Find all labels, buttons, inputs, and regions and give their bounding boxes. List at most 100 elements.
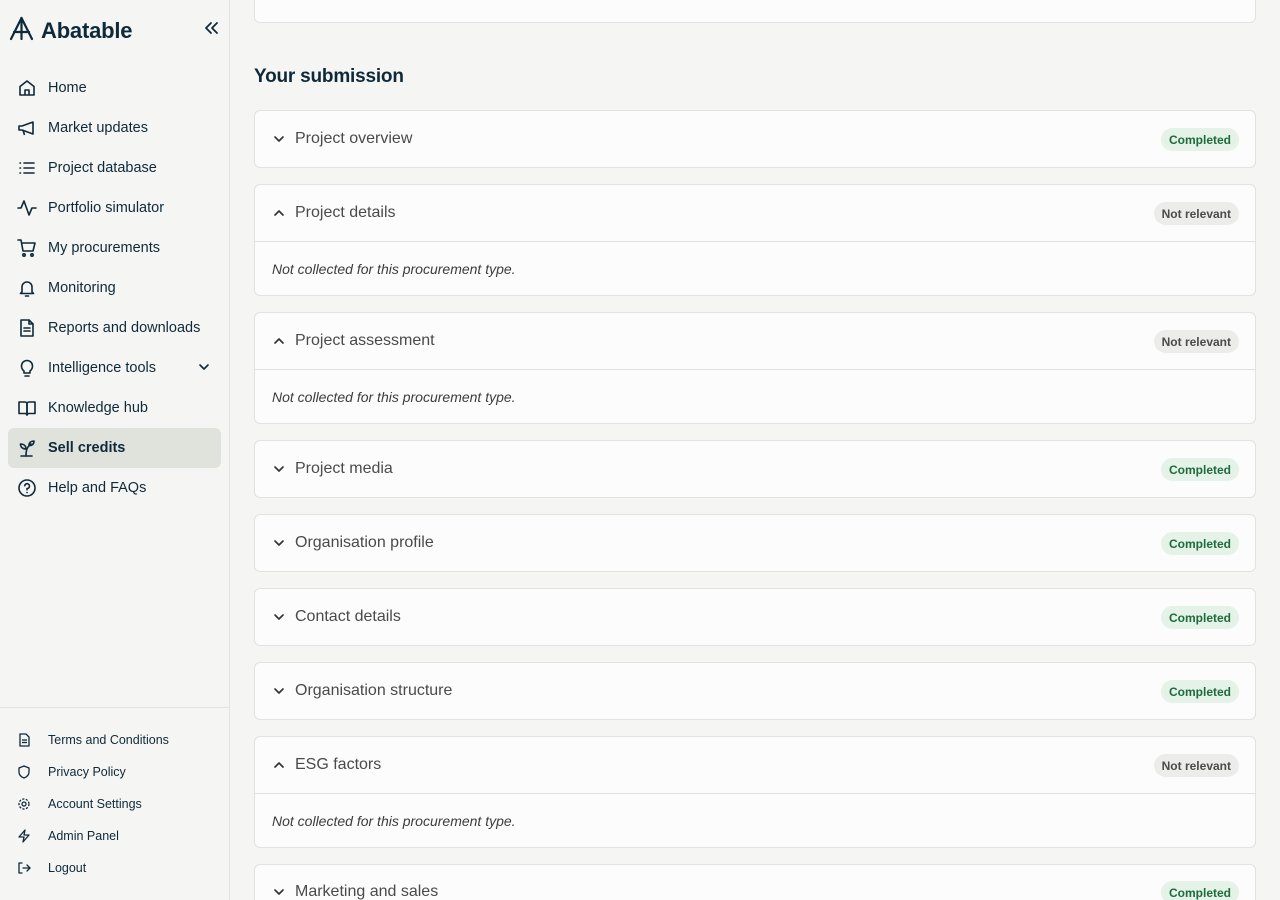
- brand-name: Abatable: [41, 18, 133, 43]
- accordion-header[interactable]: Organisation structure Completed: [255, 663, 1255, 719]
- status-badge: Completed: [1160, 532, 1239, 555]
- nav-label: Knowledge hub: [48, 400, 148, 416]
- nav-item-help-and-faqs[interactable]: Help and FAQs: [8, 468, 221, 508]
- nav-label: Help and FAQs: [48, 480, 147, 496]
- help-circle-icon: [17, 478, 37, 498]
- nav-item-project-database[interactable]: Project database: [8, 148, 221, 188]
- accordion-title: Organisation structure: [295, 682, 453, 699]
- chevron-down-icon: [271, 884, 287, 900]
- accordion-organisation-profile: Organisation profile Completed: [254, 514, 1256, 572]
- collapse-sidebar-button[interactable]: [200, 20, 222, 40]
- footer-item-terms[interactable]: Terms and Conditions: [8, 724, 221, 756]
- lightning-icon: [17, 829, 31, 843]
- activity-icon: [17, 198, 37, 218]
- chevron-down-icon: [271, 609, 287, 625]
- accordion-body-text: Not collected for this procurement type.: [255, 369, 1255, 423]
- chevron-down-icon: [271, 131, 287, 147]
- cart-icon: [17, 238, 37, 258]
- accordion-title: Project overview: [295, 130, 413, 147]
- chevron-down-icon: [271, 535, 287, 551]
- footer-item-privacy[interactable]: Privacy Policy: [8, 756, 221, 788]
- gear-icon: [17, 797, 31, 811]
- accordion-body-text: Not collected for this procurement type.: [255, 793, 1255, 847]
- status-badge: Completed: [1160, 881, 1239, 900]
- nav-item-monitoring[interactable]: Monitoring: [8, 268, 221, 308]
- nav-label: Home: [48, 80, 87, 96]
- status-badge: Completed: [1160, 128, 1239, 151]
- sprout-icon: [17, 438, 37, 458]
- accordion-title: ESG factors: [295, 756, 382, 773]
- accordion-header[interactable]: Project details Not relevant: [255, 185, 1255, 241]
- nav-item-my-procurements[interactable]: My procurements: [8, 228, 221, 268]
- document-icon: [17, 318, 37, 338]
- megaphone-icon: [17, 118, 37, 138]
- accordion-header[interactable]: Project media Completed: [255, 441, 1255, 497]
- previous-card: [254, 0, 1256, 23]
- file-text-icon: [17, 733, 31, 747]
- accordion-project-media: Project media Completed: [254, 440, 1256, 498]
- footer-label: Privacy Policy: [48, 765, 126, 779]
- accordion-header[interactable]: Project overview Completed: [255, 111, 1255, 167]
- nav-item-market-updates[interactable]: Market updates: [8, 108, 221, 148]
- nav-label: Project database: [48, 160, 157, 176]
- accordion-contact-details: Contact details Completed: [254, 588, 1256, 646]
- lightbulb-icon: [17, 358, 37, 378]
- accordion-body-text: Not collected for this procurement type.: [255, 241, 1255, 295]
- nav-label: Sell credits: [48, 440, 126, 456]
- accordion-header[interactable]: Contact details Completed: [255, 589, 1255, 645]
- home-icon: [17, 78, 37, 98]
- list-icon: [17, 158, 37, 178]
- accordion-header[interactable]: Organisation profile Completed: [255, 515, 1255, 571]
- footer-item-admin-panel[interactable]: Admin Panel: [8, 820, 221, 852]
- section-title: Your submission: [254, 66, 404, 87]
- nav-label: Intelligence tools: [48, 360, 157, 376]
- accordion-header[interactable]: Marketing and sales Completed: [255, 865, 1255, 900]
- footer-label: Terms and Conditions: [48, 733, 169, 747]
- chevron-up-icon: [271, 333, 287, 349]
- sidebar-divider: [0, 707, 229, 708]
- footer-item-logout[interactable]: Logout: [8, 852, 221, 884]
- sidebar: Abatable Home Market updates Project dat…: [0, 0, 230, 900]
- accordion-title: Project assessment: [295, 332, 435, 349]
- logout-icon: [17, 861, 31, 875]
- main-content: Your submission Project overview Complet…: [230, 0, 1280, 900]
- accordion-header[interactable]: ESG factors Not relevant: [255, 737, 1255, 793]
- chevron-up-icon: [271, 205, 287, 221]
- footer-label: Admin Panel: [48, 829, 119, 843]
- accordion-organisation-structure: Organisation structure Completed: [254, 662, 1256, 720]
- nav-label: Monitoring: [48, 280, 116, 296]
- double-chevron-left-icon: [203, 21, 219, 40]
- status-badge: Not relevant: [1153, 202, 1239, 225]
- accordion-marketing-and-sales: Marketing and sales Completed: [254, 864, 1256, 900]
- nav-item-portfolio-simulator[interactable]: Portfolio simulator: [8, 188, 221, 228]
- accordion-title: Project media: [295, 460, 393, 477]
- accordion-project-overview: Project overview Completed: [254, 110, 1256, 168]
- nav-item-sell-credits[interactable]: Sell credits: [8, 428, 221, 468]
- status-badge: Not relevant: [1153, 754, 1239, 777]
- nav-label: My procurements: [48, 240, 161, 256]
- accordion-project-assessment: Project assessment Not relevant Not coll…: [254, 312, 1256, 424]
- nav-item-knowledge-hub[interactable]: Knowledge hub: [8, 388, 221, 428]
- accordion-title: Marketing and sales: [295, 883, 439, 900]
- accordion-title: Organisation profile: [295, 534, 434, 551]
- accordion-esg-factors: ESG factors Not relevant Not collected f…: [254, 736, 1256, 848]
- shield-icon: [17, 765, 31, 779]
- status-badge: Completed: [1160, 680, 1239, 703]
- accordion-title: Contact details: [295, 608, 401, 625]
- nav-item-reports-and-downloads[interactable]: Reports and downloads: [8, 308, 221, 348]
- abatable-logo-icon: [9, 16, 34, 46]
- nav-item-intelligence-tools[interactable]: Intelligence tools: [8, 348, 221, 388]
- status-badge: Completed: [1160, 458, 1239, 481]
- nav-item-home[interactable]: Home: [8, 68, 221, 108]
- footer-nav: Terms and Conditions Privacy Policy Acco…: [8, 724, 221, 884]
- nav-label: Portfolio simulator: [48, 200, 165, 216]
- bell-icon: [17, 278, 37, 298]
- brand-logo[interactable]: Abatable: [9, 16, 133, 46]
- chevron-down-icon: [197, 360, 211, 379]
- nav-label: Reports and downloads: [48, 320, 201, 336]
- accordion-header[interactable]: Project assessment Not relevant: [255, 313, 1255, 369]
- accordion-title: Project details: [295, 204, 396, 221]
- footer-label: Account Settings: [48, 797, 142, 811]
- status-badge: Not relevant: [1153, 330, 1239, 353]
- footer-item-account-settings[interactable]: Account Settings: [8, 788, 221, 820]
